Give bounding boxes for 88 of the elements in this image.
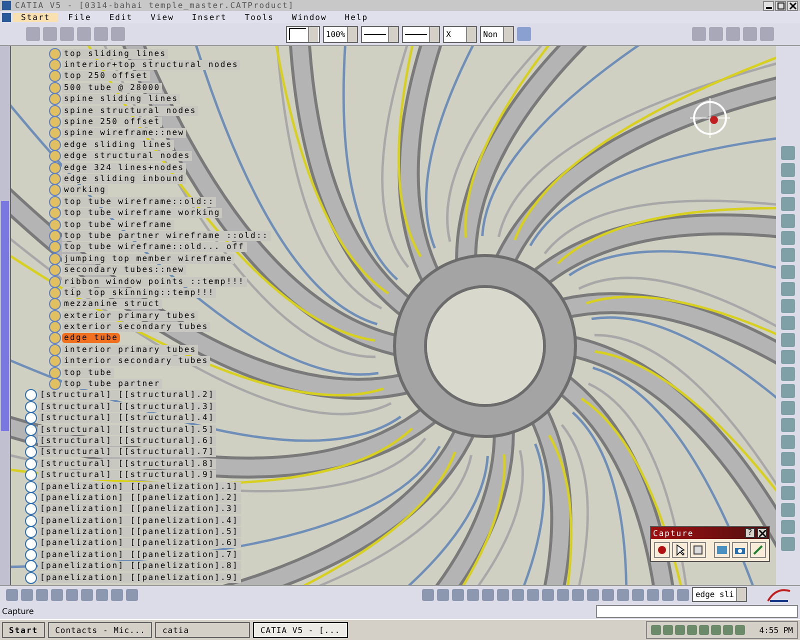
tree-item[interactable]: interior secondary tubes bbox=[62, 356, 210, 366]
panel-title: Capture bbox=[653, 528, 695, 538]
scrollbar[interactable] bbox=[0, 46, 11, 585]
menu-item[interactable]: View bbox=[142, 12, 182, 22]
tree-item[interactable]: [structural] [[structural].2] bbox=[38, 390, 216, 400]
tree-item[interactable]: top tube partner wireframe ::old:: bbox=[62, 230, 271, 241]
tree-item[interactable]: [panelization] [[panelization].2] bbox=[38, 492, 241, 503]
tree-item[interactable]: jumping top member wireframe bbox=[62, 254, 234, 264]
maximize-icon bbox=[776, 2, 784, 10]
record-icon[interactable] bbox=[654, 542, 670, 558]
tree-item[interactable]: top tube wireframe working bbox=[62, 208, 222, 218]
menu-item[interactable]: File bbox=[60, 12, 100, 22]
tree-item[interactable]: 500 tube @ 28000 bbox=[62, 82, 162, 93]
combo-box[interactable]: edge sli bbox=[692, 587, 747, 602]
tree-item[interactable]: top tube wireframe::old... off bbox=[62, 242, 246, 252]
tree-item[interactable]: [panelization] [[panelization].5] bbox=[38, 527, 241, 538]
tree-item[interactable]: edge sliding lines bbox=[62, 140, 174, 150]
tree-item[interactable]: [structural] [[structural].6] bbox=[38, 436, 216, 446]
tree-item[interactable]: secondary tubes::new bbox=[62, 265, 186, 276]
menu-item[interactable]: Help bbox=[336, 12, 376, 22]
combo-box[interactable]: X bbox=[443, 26, 478, 42]
combo-box[interactable]: 100% bbox=[322, 26, 358, 42]
tree-item[interactable]: ribbon window points ::temp!!! bbox=[62, 276, 246, 286]
tree-item[interactable]: [panelization] [[panelization].1] bbox=[38, 482, 241, 492]
tree-item[interactable]: [structural] [[structural].5] bbox=[38, 424, 216, 435]
tree-item[interactable]: spine 250 offset bbox=[62, 117, 162, 128]
tree-item[interactable]: [structural] [[structural].3] bbox=[38, 402, 216, 412]
close-icon bbox=[758, 530, 766, 536]
minimize-button[interactable] bbox=[763, 0, 774, 10]
edit-icon[interactable] bbox=[750, 542, 766, 558]
tree-item[interactable]: [structural] [[structural].9] bbox=[38, 470, 216, 480]
tree-item[interactable]: interior+top structural nodes bbox=[62, 60, 240, 70]
tree-item[interactable]: edge tube bbox=[62, 333, 120, 344]
tree-item[interactable]: [panelization] [[panelization].6] bbox=[38, 538, 241, 548]
tree-item[interactable]: top tube wireframe::old:: bbox=[62, 196, 216, 207]
tree-item[interactable]: mezzanine struct bbox=[62, 299, 162, 310]
menu-item[interactable]: Insert bbox=[184, 12, 235, 22]
taskbar-button[interactable]: Contacts - Mic... bbox=[48, 622, 152, 638]
taskbar-button[interactable]: catia bbox=[155, 622, 250, 638]
tree-item[interactable]: [panelization] [[panelization].4] bbox=[38, 516, 241, 526]
tree-item[interactable]: spine structural nodes bbox=[62, 106, 198, 116]
taskbar-button[interactable]: CATIA V5 - [... bbox=[253, 622, 348, 638]
close-button[interactable] bbox=[757, 528, 767, 538]
tree-item[interactable]: [structural] [[structural].8] bbox=[38, 458, 216, 469]
maximize-button[interactable] bbox=[775, 0, 786, 10]
tree-item[interactable]: top 250 offset bbox=[62, 71, 150, 82]
menu-item[interactable]: Edit bbox=[101, 12, 141, 22]
command-field[interactable] bbox=[596, 604, 798, 618]
tree-item[interactable]: [panelization] [[panelization].9] bbox=[38, 572, 241, 583]
tree-item[interactable]: interior primary tubes bbox=[62, 344, 198, 355]
tree-item[interactable]: [panelization] [[panelization].3] bbox=[38, 504, 241, 514]
combo-box[interactable] bbox=[361, 26, 400, 42]
close-button[interactable] bbox=[787, 0, 798, 10]
menu-item[interactable]: Tools bbox=[236, 12, 282, 22]
tree-item[interactable]: tip top skinning::temp!!! bbox=[62, 288, 216, 298]
tree-item[interactable]: edge 324 lines+nodes bbox=[62, 162, 186, 173]
start-button[interactable]: Start bbox=[2, 622, 46, 638]
minimize-icon bbox=[766, 7, 772, 9]
tree-item[interactable]: exterior secondary tubes bbox=[62, 322, 210, 332]
tree-item[interactable]: edge sliding inbound bbox=[62, 174, 186, 184]
tree-item[interactable]: [structural] [[structural].4] bbox=[38, 413, 216, 424]
window-title: CATIA V5 - [0314-bahai temple_master.CATProduct] bbox=[15, 1, 296, 10]
window-icon[interactable] bbox=[690, 542, 706, 558]
image-icon[interactable] bbox=[714, 542, 730, 558]
camera-icon[interactable] bbox=[732, 542, 748, 558]
tree-item[interactable]: spine sliding lines bbox=[62, 94, 180, 104]
tree-item[interactable]: spine wireframe::new bbox=[62, 128, 186, 138]
combo-box[interactable]: Non bbox=[480, 26, 514, 42]
compass-icon[interactable] bbox=[688, 96, 732, 140]
status-text: Capture bbox=[2, 606, 34, 616]
menu-item[interactable]: Window bbox=[284, 12, 335, 22]
tree-item[interactable]: top tube partner bbox=[62, 379, 162, 390]
tree-item[interactable]: top tube wireframe bbox=[62, 220, 174, 230]
help-button[interactable]: ? bbox=[745, 528, 755, 538]
close-icon bbox=[788, 2, 796, 10]
cursor-icon[interactable] bbox=[672, 542, 688, 558]
combo-box[interactable] bbox=[402, 26, 440, 42]
combo-box[interactable] bbox=[286, 26, 320, 42]
tree-item[interactable]: edge structural nodes bbox=[62, 151, 192, 162]
clock: 4:55 PM bbox=[759, 626, 793, 634]
tree-item[interactable]: [panelization] [[panelization].7] bbox=[38, 550, 241, 560]
tree-item[interactable]: exterior primary tubes bbox=[62, 310, 198, 321]
tree-item[interactable]: top tube bbox=[62, 368, 114, 378]
tree-item[interactable]: [panelization] [[panelization].8] bbox=[38, 561, 241, 572]
tree-item[interactable]: working bbox=[62, 185, 108, 196]
tree-item[interactable]: top sliding lines bbox=[62, 48, 168, 59]
menu-item[interactable]: Start bbox=[13, 12, 58, 22]
tree-item[interactable]: [structural] [[structural].7] bbox=[38, 447, 216, 458]
